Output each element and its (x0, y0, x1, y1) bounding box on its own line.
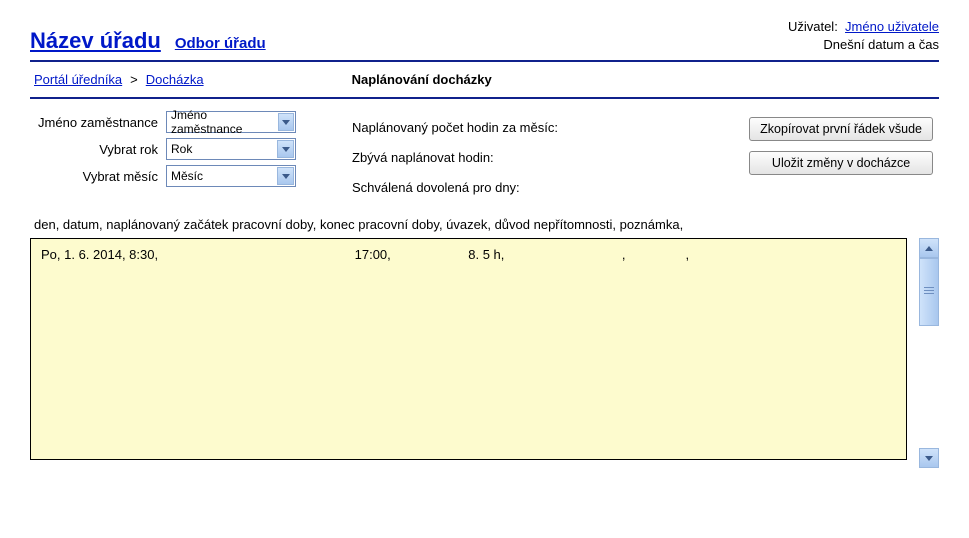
datetime-text: Dnešní datum a čas (788, 36, 939, 54)
scroll-track[interactable] (919, 258, 939, 448)
month-select[interactable]: Měsíc (166, 165, 296, 187)
columns-description: den, datum, naplánovaný začátek pracovní… (30, 217, 939, 232)
scroll-thumb[interactable] (919, 258, 939, 326)
save-button[interactable]: Uložit změny v docházce (749, 151, 933, 175)
month-label: Vybrat měsíc (34, 169, 166, 184)
breadcrumb-sep: > (130, 72, 138, 87)
info-block: Naplánovaný počet hodin za měsíc: Zbývá … (312, 111, 749, 203)
cell-note: , (686, 247, 690, 262)
scroll-up-button[interactable] (919, 238, 939, 258)
scrollbar[interactable] (919, 238, 939, 468)
header-left: Název úřadu Odbor úřadu (30, 28, 266, 54)
user-name-link[interactable]: Jméno uživatele (845, 19, 939, 34)
header-right: Uživatel: Jméno uživatele Dnešní datum a… (788, 18, 939, 54)
employee-select-value: Jméno zaměstnance (171, 108, 278, 136)
schedule-textarea[interactable]: Po, 1. 6. 2014, 8:30, 17:00, 8. 5 h, , , (30, 238, 907, 460)
divider-bottom (30, 97, 939, 99)
year-label: Vybrat rok (34, 142, 166, 157)
page-title: Naplánování docházky (352, 72, 492, 87)
divider-top (30, 60, 939, 62)
chevron-down-icon (277, 140, 294, 158)
cell-day-date-start: Po, 1. 6. 2014, 8:30, (41, 247, 351, 262)
cell-hours: 8. 5 h, (468, 247, 618, 262)
employee-select[interactable]: Jméno zaměstnance (166, 111, 296, 133)
editor-row: Po, 1. 6. 2014, 8:30, 17:00, 8. 5 h, , , (30, 238, 939, 468)
month-select-value: Měsíc (171, 169, 203, 183)
breadcrumb-portal[interactable]: Portál úředníka (34, 72, 122, 87)
year-select-value: Rok (171, 142, 192, 156)
cell-reason: , (622, 247, 682, 262)
department-link[interactable]: Odbor úřadu (175, 35, 266, 52)
scroll-down-button[interactable] (919, 448, 939, 468)
office-name-link[interactable]: Název úřadu (30, 28, 161, 54)
controls-row: Jméno zaměstnance Jméno zaměstnance Vybr… (30, 111, 939, 203)
copy-first-row-button[interactable]: Zkopírovat první řádek všude (749, 117, 933, 141)
breadcrumb-attendance[interactable]: Docházka (146, 72, 204, 87)
year-select[interactable]: Rok (166, 138, 296, 160)
breadcrumb: Portál úředníka > Docházka Naplánování d… (30, 66, 939, 93)
app-window: Název úřadu Odbor úřadu Uživatel: Jméno … (0, 0, 969, 538)
user-label: Uživatel: (788, 19, 838, 34)
approved-vacation-line: Schválená dovolená pro dny: (352, 173, 749, 203)
buttons-col: Zkopírovat první řádek všude Uložit změn… (749, 111, 939, 175)
employee-label: Jméno zaměstnance (34, 115, 166, 130)
planned-hours-line: Naplánovaný počet hodin za měsíc: (352, 113, 749, 143)
chevron-down-icon (278, 113, 294, 131)
header: Název úřadu Odbor úřadu Uživatel: Jméno … (30, 18, 939, 60)
schedule-row: Po, 1. 6. 2014, 8:30, 17:00, 8. 5 h, , , (41, 247, 896, 262)
form-block: Jméno zaměstnance Jméno zaměstnance Vybr… (30, 111, 312, 192)
remaining-hours-line: Zbývá naplánovat hodin: (352, 143, 749, 173)
cell-end: 17:00, (355, 247, 465, 262)
chevron-down-icon (277, 167, 294, 185)
